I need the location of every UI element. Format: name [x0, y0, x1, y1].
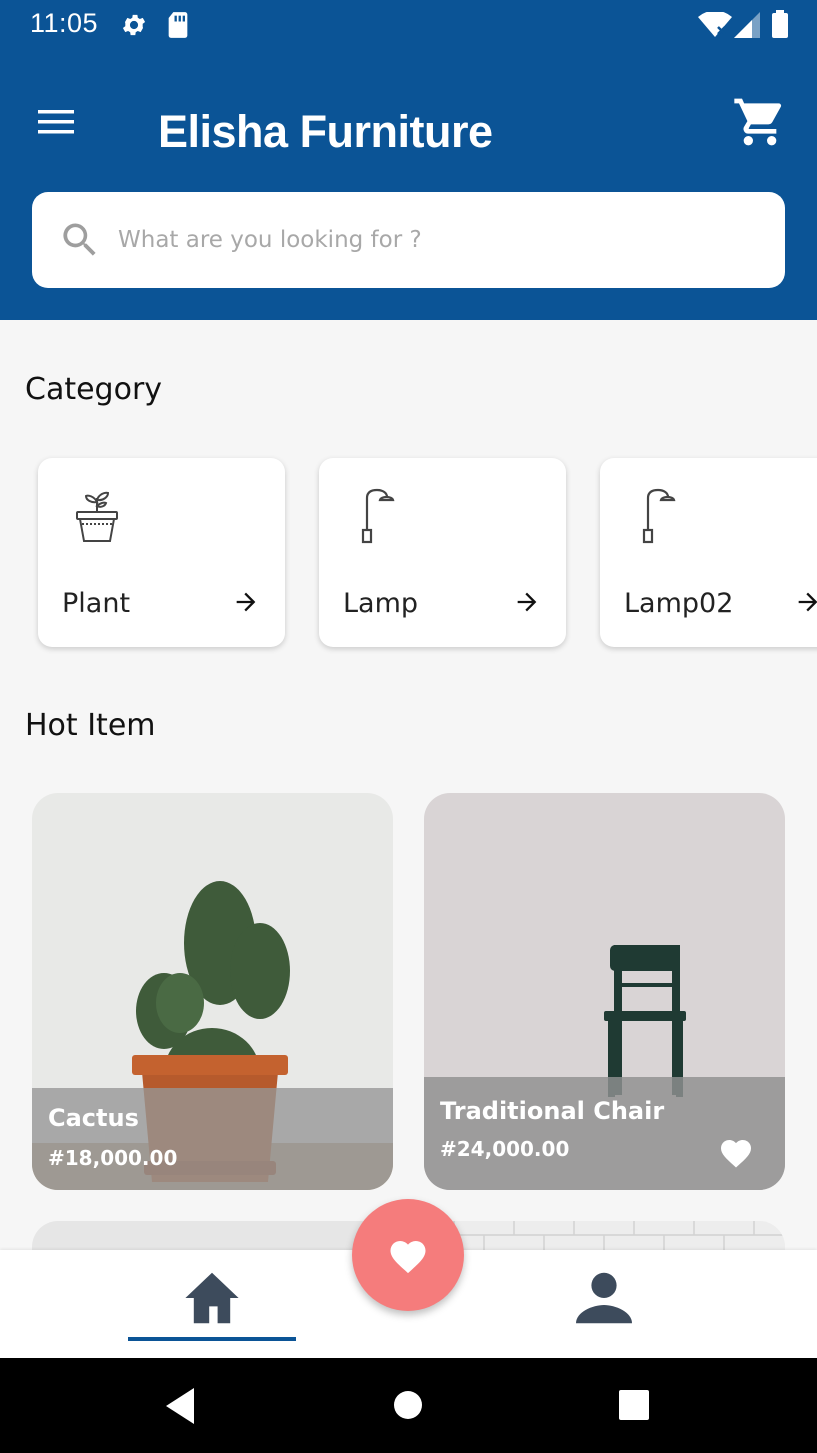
item-price: #24,000.00 — [440, 1137, 570, 1161]
app-bar: Elisha Furniture — [0, 70, 817, 180]
cart-icon — [734, 98, 782, 146]
home-icon — [185, 1272, 239, 1324]
battery-icon — [772, 10, 788, 38]
search-input[interactable] — [118, 212, 758, 268]
search-icon — [63, 223, 96, 256]
status-time: 11:05 — [30, 8, 99, 38]
item-name: Cactus — [48, 1104, 139, 1132]
settings-icon — [122, 14, 146, 36]
app-title: Elisha Furniture — [158, 106, 493, 157]
category-card-plant[interactable]: Plant — [38, 458, 285, 647]
recents-icon[interactable] — [619, 1390, 649, 1420]
search-bar[interactable] — [32, 192, 785, 288]
category-section-title: Category — [25, 372, 163, 407]
status-bar: 11:05 — [0, 0, 817, 50]
home-circle-icon[interactable] — [393, 1390, 423, 1420]
category-label: Lamp — [343, 588, 419, 619]
nav-profile-button[interactable] — [564, 1270, 644, 1330]
nav-home-button[interactable] — [172, 1270, 252, 1330]
wifi-icon — [698, 12, 732, 37]
sd-card-icon — [168, 12, 188, 38]
hot-item-section-title: Hot Item — [25, 708, 156, 743]
profile-icon — [576, 1272, 632, 1324]
item-info-overlay: Cactus #18,000.00 — [32, 1088, 393, 1190]
hot-item-card-cactus[interactable]: Cactus #18,000.00 — [32, 793, 393, 1190]
back-icon[interactable] — [164, 1388, 196, 1424]
category-label: Lamp02 — [624, 588, 734, 619]
nav-active-indicator — [128, 1337, 296, 1341]
favorites-fab-button[interactable] — [352, 1199, 464, 1311]
category-label: Plant — [62, 588, 131, 619]
arrow-right-icon — [798, 592, 817, 612]
item-info-overlay: Traditional Chair #24,000.00 — [424, 1077, 785, 1190]
plant-pot-icon — [76, 491, 118, 542]
signal-icon — [734, 12, 760, 38]
lamp-icon — [642, 488, 676, 544]
header: 11:05 Elisha Furniture — [0, 0, 817, 320]
category-list[interactable]: Plant Lamp Lamp02 — [0, 450, 817, 660]
favorite-button[interactable] — [718, 1135, 754, 1174]
heart-icon — [390, 1241, 426, 1274]
lamp-icon — [361, 488, 395, 544]
cart-button[interactable] — [732, 94, 788, 150]
hot-item-card-traditional-chair[interactable]: Traditional Chair #24,000.00 — [424, 793, 785, 1190]
category-card-lamp02[interactable]: Lamp02 — [600, 458, 817, 647]
item-name: Traditional Chair — [440, 1097, 665, 1125]
menu-icon — [38, 110, 74, 134]
menu-button[interactable] — [30, 100, 82, 144]
system-navigation-bar — [0, 1358, 817, 1453]
item-price: #18,000.00 — [48, 1146, 178, 1170]
arrow-right-icon — [517, 592, 537, 612]
heart-icon — [721, 1140, 751, 1168]
arrow-right-icon — [236, 592, 256, 612]
category-card-lamp[interactable]: Lamp — [319, 458, 566, 647]
